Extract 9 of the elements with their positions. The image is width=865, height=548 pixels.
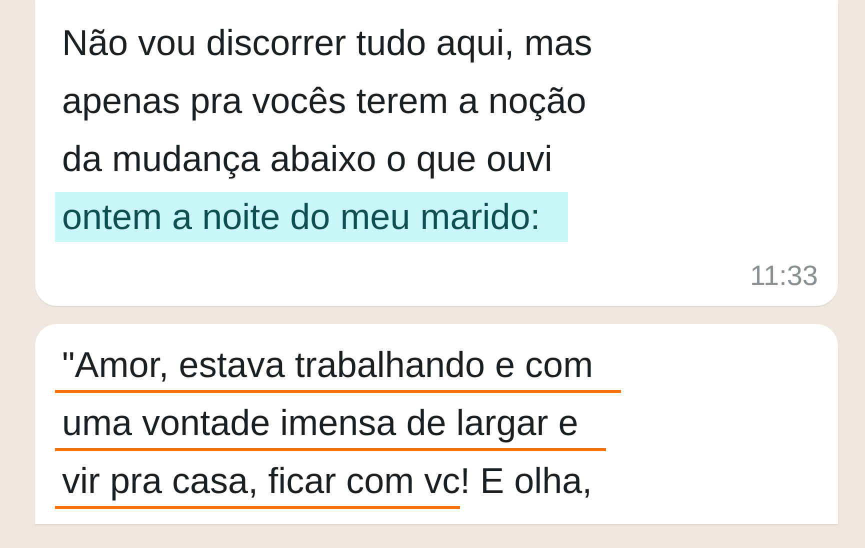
message-text: ! E olha,	[460, 459, 592, 503]
message-text: vir pra casa, ficar com vc	[55, 456, 460, 509]
message-text: apenas pra vocês terem a noção	[62, 79, 586, 123]
message-text: da mudança abaixo o que ouvi	[62, 137, 552, 181]
message-text: "Amor, estava trabalhando e com	[55, 340, 622, 393]
message-text: Não vou discorrer tudo aqui, mas	[62, 21, 592, 65]
message-time: 11:33	[750, 260, 818, 291]
message-text: uma vontade imensa de largar e	[55, 398, 606, 451]
message-text: ontem a noite do meu marido:	[55, 192, 568, 242]
